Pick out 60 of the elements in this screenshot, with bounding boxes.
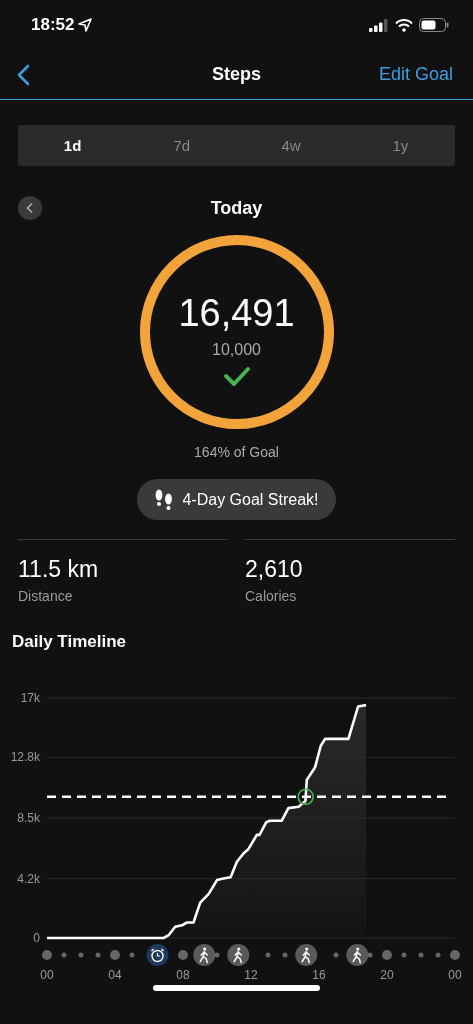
timeline-dot — [435, 952, 441, 958]
y-axis-label: 8.5k — [17, 811, 40, 825]
timeline-dot — [214, 952, 220, 958]
signal-icon — [369, 18, 389, 32]
y-axis-label: 12.8k — [10, 750, 40, 765]
chevron-left-icon — [26, 202, 34, 214]
period-tab[interactable]: 1d — [18, 125, 128, 166]
walking-icon[interactable] — [346, 944, 369, 966]
timeline-dot — [42, 950, 52, 960]
y-axis-label: 4.2k — [17, 871, 40, 886]
screen-title: Steps — [212, 64, 261, 85]
streak-label: 4-Day Goal Streak! — [182, 490, 319, 509]
x-axis-label: 08 — [176, 968, 190, 982]
step-goal: 10,000 — [212, 340, 261, 359]
y-axis-label: 0 — [33, 931, 40, 945]
timeline-dot — [78, 952, 84, 958]
alarm-clock-icon[interactable] — [146, 944, 169, 966]
timeline-dot — [61, 952, 67, 958]
timeline-dot — [450, 950, 460, 960]
timeline-dot — [367, 952, 373, 958]
timeline-dot — [178, 950, 188, 960]
walking-icon[interactable] — [193, 944, 216, 966]
goal-reached-icon — [297, 788, 314, 806]
walking-icon[interactable] — [295, 944, 318, 966]
timeline-dot — [282, 952, 288, 958]
x-axis-label: 16 — [312, 968, 326, 982]
timeline-dot — [333, 952, 339, 958]
stat-label: Distance — [18, 588, 74, 604]
edit-goal-link[interactable]: Edit Goal — [378, 64, 453, 85]
period-tab[interactable]: 4w — [236, 125, 346, 166]
x-axis-label: 00 — [448, 968, 462, 982]
x-axis-label: 20 — [380, 968, 394, 982]
timeline-dot — [129, 952, 135, 958]
footprints-icon — [154, 488, 175, 511]
stat-value: 2,610 — [245, 556, 304, 583]
timeline-dot — [95, 952, 101, 958]
location-arrow-icon — [78, 18, 93, 32]
x-axis-label: 12 — [244, 968, 258, 982]
timeline-dot — [110, 950, 120, 960]
back-chevron-icon — [16, 63, 30, 86]
wifi-icon — [395, 18, 413, 32]
stat-value: 11.5 km — [18, 556, 100, 583]
y-axis-label: 17k — [20, 691, 40, 705]
goal-percentage: 164% of Goal — [193, 444, 280, 460]
previous-day-button[interactable] — [18, 196, 42, 220]
x-axis-label: 00 — [40, 968, 54, 982]
x-axis-label: 04 — [108, 968, 122, 982]
period-tab[interactable]: 7d — [127, 125, 237, 166]
section-title: Daily Timeline — [12, 632, 127, 652]
timeline-dot — [401, 952, 407, 958]
period-tab[interactable]: 1y — [345, 125, 455, 166]
timeline-dot — [418, 952, 424, 958]
timeline-dot — [382, 950, 392, 960]
battery-icon — [419, 18, 449, 32]
step-count: 16,491 — [178, 291, 295, 335]
stat-label: Calories — [245, 588, 298, 604]
walking-icon[interactable] — [227, 944, 250, 966]
status-time: 18:52 — [31, 15, 75, 35]
timeline-dot — [265, 952, 271, 958]
period-title: Today — [210, 197, 263, 219]
